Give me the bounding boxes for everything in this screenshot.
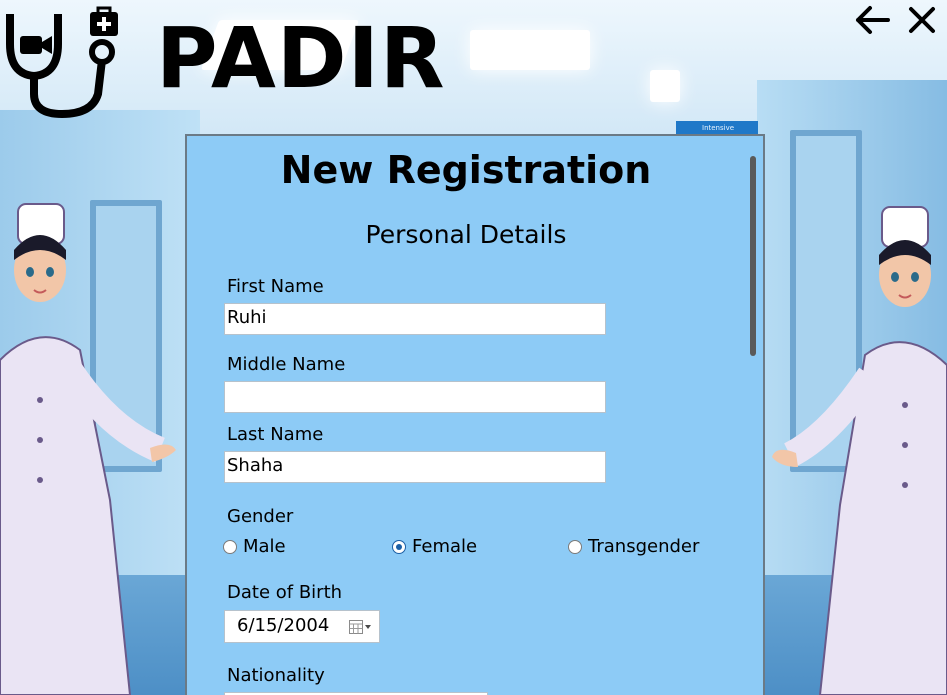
stethoscope-medkit-icon (6, 6, 118, 119)
gender-option-label: Female (412, 536, 478, 557)
form-title: New Registration (280, 148, 652, 192)
calendar-dropdown-button[interactable] (349, 620, 371, 634)
middle-name-field[interactable] (224, 381, 606, 413)
dob-label: Date of Birth (227, 582, 343, 603)
first-name-label: First Name (227, 276, 324, 297)
gender-option-label: Male (243, 536, 286, 557)
nurse-illustration-right (772, 206, 947, 695)
last-name-label: Last Name (227, 424, 324, 445)
dob-value: 6/15/2004 (237, 615, 330, 636)
registration-form-panel: New Registration Personal Details First … (185, 134, 765, 695)
section-title: Personal Details (365, 220, 567, 249)
first-name-field[interactable]: Ruhi (224, 303, 606, 335)
gender-option-label: Transgender (588, 536, 700, 557)
radio-button-selected[interactable] (392, 539, 406, 554)
gender-option-female[interactable]: Female (392, 536, 477, 557)
middle-name-label: Middle Name (227, 354, 346, 375)
ceiling-light (650, 70, 680, 102)
back-button[interactable] (852, 2, 892, 38)
radio-button[interactable] (223, 539, 237, 554)
nurse-illustration-left (0, 203, 176, 695)
arrow-left-icon (856, 6, 890, 34)
calendar-icon (349, 620, 371, 634)
app-brand: PADIR (156, 9, 446, 107)
corridor-sign: Intensive terapty (676, 121, 758, 146)
ceiling-light (470, 30, 590, 70)
nationality-label: Nationality (227, 665, 325, 686)
gender-label: Gender (227, 506, 294, 527)
close-icon (909, 7, 935, 33)
dob-date-picker[interactable]: 6/15/2004 (224, 610, 380, 643)
gender-option-transgender[interactable]: Transgender (568, 536, 699, 557)
scrollbar-thumb[interactable] (750, 156, 756, 356)
last-name-field[interactable]: Shaha (224, 451, 606, 483)
gender-option-male[interactable]: Male (223, 536, 286, 557)
radio-button[interactable] (568, 539, 582, 554)
close-button[interactable] (902, 2, 942, 38)
